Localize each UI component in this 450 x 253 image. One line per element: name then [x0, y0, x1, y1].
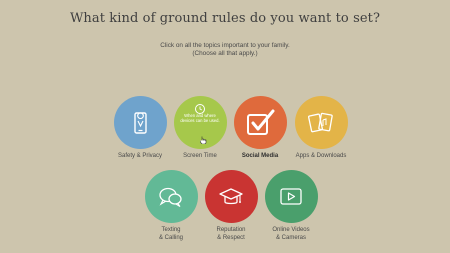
video-icon	[280, 187, 302, 205]
topic-circle[interactable]	[294, 96, 348, 149]
page-title: What kind of ground rules do you want to…	[69, 11, 381, 26]
topic-circle[interactable]	[264, 170, 318, 223]
topic-apps-downloads[interactable]: Apps & Downloads	[271, 96, 371, 161]
hand-cursor-icon	[199, 136, 206, 144]
topic-label-line2: & Cameras	[275, 234, 306, 241]
topic-label: Apps & Downloads	[295, 153, 347, 159]
topic-online-videos-cameras[interactable]: Online Videos & Cameras	[241, 170, 341, 242]
topic-label-line1: Online Videos	[272, 227, 310, 233]
instruction-line: Click on all the topics important to you…	[160, 42, 290, 49]
instruction-note: (Choose all that apply.)	[192, 50, 258, 57]
topic-label: Online Videos & Cameras	[241, 227, 341, 242]
instructions: Click on all the topics important to you…	[0, 42, 450, 58]
apps-icon	[308, 112, 333, 132]
